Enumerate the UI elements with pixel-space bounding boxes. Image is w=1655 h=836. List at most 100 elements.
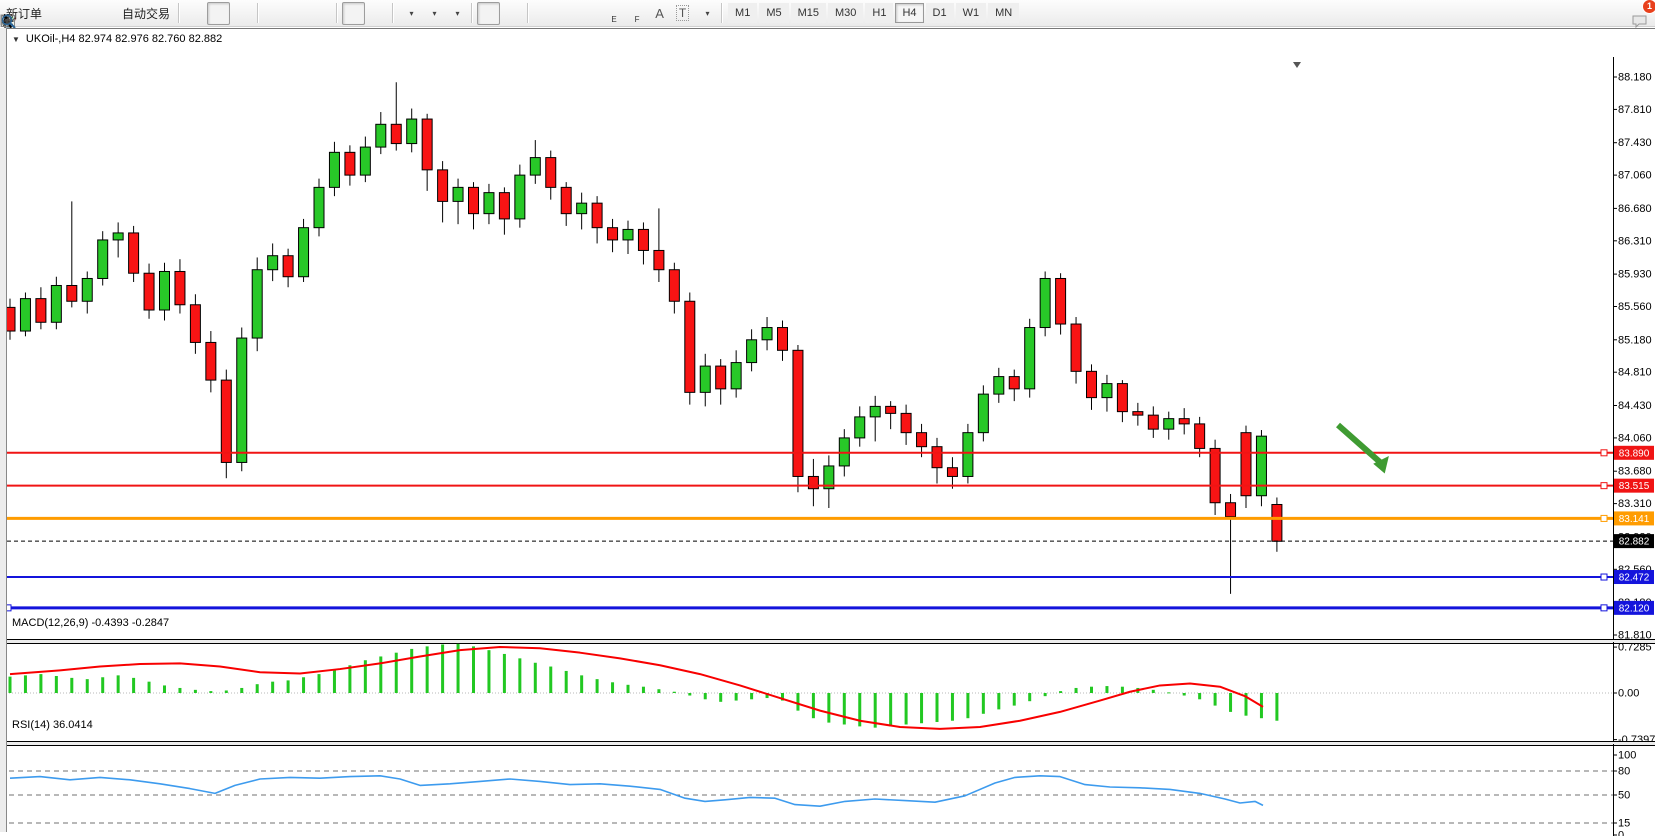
candlestick — [1025, 328, 1035, 389]
candlestick — [329, 152, 339, 187]
candlestick — [252, 270, 262, 338]
macd-histogram-bar — [1059, 691, 1062, 693]
data-feed-button[interactable] — [92, 2, 115, 25]
periods-button[interactable]: ▾ — [421, 2, 444, 25]
templates-button[interactable]: ▾ — [444, 2, 467, 25]
candlestick — [1056, 278, 1066, 324]
rsi-panel[interactable]: 1008050150 — [0, 744, 1655, 836]
macd-histogram-bar — [951, 693, 954, 721]
candlestick — [1272, 504, 1282, 541]
annotation-arrow[interactable] — [1338, 425, 1395, 473]
price-tick-label: 87.430 — [1618, 137, 1652, 149]
candlestick — [623, 229, 633, 240]
tf-button-W1[interactable]: W1 — [956, 3, 987, 23]
candlestick — [638, 229, 648, 250]
macd-histogram-bar — [1121, 687, 1124, 693]
macd-tick-label: -0.7397 — [1618, 734, 1655, 741]
candlestick — [1210, 448, 1220, 502]
crosshair-tool-button[interactable] — [500, 2, 523, 25]
timeframe-group: M1M5M15M30H1H4D1W1MN — [727, 3, 1020, 23]
tf-button-D1[interactable]: D1 — [926, 3, 954, 23]
macd-histogram-bar — [55, 676, 58, 693]
line-handle[interactable] — [1601, 515, 1607, 521]
chart-shift-marker-icon[interactable] — [1293, 62, 1301, 68]
text-tool-button[interactable]: A — [648, 2, 671, 25]
tf-button-H1[interactable]: H1 — [865, 3, 893, 23]
notification-badge: 1 — [1642, 0, 1655, 14]
fibonacci-tool-button[interactable]: F — [625, 2, 648, 25]
candlestick — [901, 413, 911, 432]
macd-histogram-bar — [503, 654, 506, 693]
line-handle[interactable] — [1601, 574, 1607, 580]
search-button[interactable] — [1607, 2, 1630, 25]
macd-histogram-bar — [812, 693, 815, 718]
zoom-out-button[interactable] — [286, 2, 309, 25]
rsi-tick-label: 100 — [1618, 750, 1636, 762]
macd-histogram-bar — [1075, 688, 1078, 693]
candlestick — [1256, 436, 1266, 496]
new-order-icon-button[interactable] — [46, 2, 69, 25]
main-chart-panel[interactable]: 88.18087.81087.43087.06086.68086.31085.9… — [0, 57, 1655, 639]
line-chart-button[interactable] — [230, 2, 253, 25]
line-handle[interactable] — [1601, 450, 1607, 456]
tf-button-M1[interactable]: M1 — [728, 3, 757, 23]
tf-button-M5[interactable]: M5 — [759, 3, 788, 23]
arrows-tool-button[interactable]: ▾ — [694, 2, 717, 25]
macd-histogram-bar — [1152, 690, 1155, 693]
trendline-tool-button[interactable] — [579, 2, 602, 25]
notifications-button[interactable]: 1 — [1630, 2, 1653, 25]
channel-tool-button[interactable]: E — [602, 2, 625, 25]
chart-shift-button[interactable] — [365, 2, 388, 25]
auto-trading-button[interactable]: 自动交易 — [115, 2, 174, 25]
price-line-label: 83.515 — [1619, 481, 1650, 492]
indicators-button[interactable]: ▾ — [398, 2, 421, 25]
price-tick-label: 83.310 — [1618, 498, 1652, 510]
macd-histogram-bar — [117, 675, 120, 693]
toolbar: 新订单 自动交易 — [0, 0, 1655, 27]
market-watch-button[interactable] — [69, 2, 92, 25]
candlestick — [237, 338, 247, 462]
candlestick — [1226, 503, 1236, 517]
macd-histogram-bar — [70, 678, 73, 693]
tf-button-M30[interactable]: M30 — [828, 3, 863, 23]
zoom-in-button[interactable] — [263, 2, 286, 25]
macd-histogram-bar — [426, 646, 429, 693]
line-handle[interactable] — [1601, 605, 1607, 611]
candlestick — [1071, 324, 1081, 371]
horizontal-line-tool-button[interactable] — [556, 2, 579, 25]
macd-histogram-bar — [735, 693, 738, 701]
candlestick — [978, 394, 988, 433]
tile-windows-button[interactable] — [309, 2, 332, 25]
candlestick — [314, 187, 324, 227]
tf-button-M15[interactable]: M15 — [791, 3, 826, 23]
macd-histogram-bar — [920, 693, 923, 723]
price-line-label: 82.882 — [1619, 537, 1650, 548]
macd-histogram-bar — [627, 685, 630, 693]
macd-histogram-bar — [1167, 692, 1170, 693]
macd-panel[interactable]: 0.72850.00-0.7397 — [0, 642, 1655, 741]
vertical-line-tool-button[interactable] — [533, 2, 556, 25]
cursor-tool-button[interactable] — [477, 2, 500, 25]
macd-histogram-bar — [596, 679, 599, 693]
macd-histogram-bar — [982, 693, 985, 714]
candlestick-chart-button[interactable] — [207, 2, 230, 25]
bar-chart-button[interactable] — [184, 2, 207, 25]
arrow-head-icon — [1373, 452, 1395, 474]
line-handle[interactable] — [1601, 483, 1607, 489]
macd-histogram-bar — [240, 688, 243, 693]
candlestick — [144, 273, 154, 310]
toolbar-separator — [178, 3, 180, 23]
candlestick — [221, 380, 231, 462]
macd-histogram-bar — [487, 650, 490, 693]
tf-button-H4[interactable]: H4 — [895, 3, 923, 23]
candlestick — [778, 328, 788, 351]
rsi-tick-label: 0 — [1618, 830, 1624, 836]
auto-trading-label: 自动交易 — [122, 5, 170, 22]
text-label-tool-button[interactable]: T — [671, 2, 694, 25]
candlestick — [932, 447, 942, 468]
collapse-caret-icon[interactable]: ▼ — [12, 35, 20, 44]
candlestick — [577, 203, 587, 214]
auto-scroll-button[interactable] — [342, 2, 365, 25]
candlestick — [515, 175, 525, 219]
tf-button-MN[interactable]: MN — [988, 3, 1019, 23]
